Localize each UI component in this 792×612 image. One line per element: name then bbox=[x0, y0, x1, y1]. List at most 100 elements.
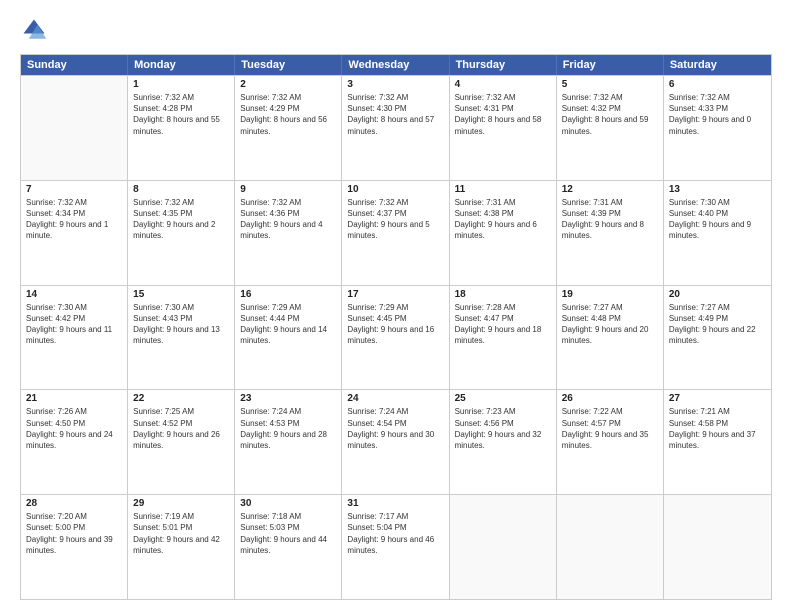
day-number: 30 bbox=[240, 498, 336, 509]
calendar-cell: 5 Sunrise: 7:32 AMSunset: 4:32 PMDaylight… bbox=[557, 76, 664, 180]
cell-info: Sunrise: 7:32 AMSunset: 4:37 PMDaylight:… bbox=[347, 197, 443, 242]
day-header-sunday: Sunday bbox=[21, 55, 128, 75]
calendar-cell bbox=[557, 495, 664, 599]
cell-info: Sunrise: 7:31 AMSunset: 4:38 PMDaylight:… bbox=[455, 197, 551, 242]
cell-info: Sunrise: 7:20 AMSunset: 5:00 PMDaylight:… bbox=[26, 511, 122, 556]
page: SundayMondayTuesdayWednesdayThursdayFrid… bbox=[0, 0, 792, 612]
cell-info: Sunrise: 7:26 AMSunset: 4:50 PMDaylight:… bbox=[26, 406, 122, 451]
day-number: 28 bbox=[26, 498, 122, 509]
day-number: 17 bbox=[347, 289, 443, 300]
cell-info: Sunrise: 7:23 AMSunset: 4:56 PMDaylight:… bbox=[455, 406, 551, 451]
day-number: 8 bbox=[133, 184, 229, 195]
calendar-row: 28 Sunrise: 7:20 AMSunset: 5:00 PMDayligh… bbox=[21, 494, 771, 599]
calendar-cell: 9 Sunrise: 7:32 AMSunset: 4:36 PMDaylight… bbox=[235, 181, 342, 285]
day-number: 18 bbox=[455, 289, 551, 300]
cell-info: Sunrise: 7:21 AMSunset: 4:58 PMDaylight:… bbox=[669, 406, 766, 451]
day-number: 14 bbox=[26, 289, 122, 300]
day-number: 26 bbox=[562, 393, 658, 404]
day-number: 22 bbox=[133, 393, 229, 404]
cell-info: Sunrise: 7:17 AMSunset: 5:04 PMDaylight:… bbox=[347, 511, 443, 556]
day-number: 21 bbox=[26, 393, 122, 404]
logo-icon bbox=[20, 16, 48, 44]
cell-info: Sunrise: 7:32 AMSunset: 4:36 PMDaylight:… bbox=[240, 197, 336, 242]
calendar-cell: 8 Sunrise: 7:32 AMSunset: 4:35 PMDaylight… bbox=[128, 181, 235, 285]
day-number: 24 bbox=[347, 393, 443, 404]
calendar-cell: 30 Sunrise: 7:18 AMSunset: 5:03 PMDayligh… bbox=[235, 495, 342, 599]
day-header-saturday: Saturday bbox=[664, 55, 771, 75]
day-header-thursday: Thursday bbox=[450, 55, 557, 75]
cell-info: Sunrise: 7:29 AMSunset: 4:44 PMDaylight:… bbox=[240, 302, 336, 347]
day-number: 29 bbox=[133, 498, 229, 509]
day-number: 12 bbox=[562, 184, 658, 195]
cell-info: Sunrise: 7:32 AMSunset: 4:32 PMDaylight:… bbox=[562, 92, 658, 137]
calendar-cell: 3 Sunrise: 7:32 AMSunset: 4:30 PMDaylight… bbox=[342, 76, 449, 180]
day-number: 23 bbox=[240, 393, 336, 404]
calendar-cell: 2 Sunrise: 7:32 AMSunset: 4:29 PMDaylight… bbox=[235, 76, 342, 180]
calendar-cell: 18 Sunrise: 7:28 AMSunset: 4:47 PMDayligh… bbox=[450, 286, 557, 390]
calendar-cell: 28 Sunrise: 7:20 AMSunset: 5:00 PMDayligh… bbox=[21, 495, 128, 599]
day-number: 27 bbox=[669, 393, 766, 404]
day-number: 11 bbox=[455, 184, 551, 195]
day-number: 13 bbox=[669, 184, 766, 195]
calendar-cell: 11 Sunrise: 7:31 AMSunset: 4:38 PMDayligh… bbox=[450, 181, 557, 285]
calendar-cell: 22Sunrise: 7:25 AMSunset: 4:52 PMDayligh… bbox=[128, 390, 235, 494]
calendar-row: 21 Sunrise: 7:26 AMSunset: 4:50 PMDayligh… bbox=[21, 389, 771, 494]
calendar-cell: 27 Sunrise: 7:21 AMSunset: 4:58 PMDayligh… bbox=[664, 390, 771, 494]
cell-info: Sunrise: 7:30 AMSunset: 4:42 PMDaylight:… bbox=[26, 302, 122, 347]
cell-info: Sunrise: 7:32 AMSunset: 4:28 PMDaylight:… bbox=[133, 92, 229, 137]
cell-info: Sunrise: 7:32 AMSunset: 4:34 PMDaylight:… bbox=[26, 197, 122, 242]
cell-info: Sunrise: 7:22 AMSunset: 4:57 PMDaylight:… bbox=[562, 406, 658, 451]
cell-info: Sunrise: 7:24 AMSunset: 4:54 PMDaylight:… bbox=[347, 406, 443, 451]
cell-info: Sunrise: 7:32 AMSunset: 4:29 PMDaylight:… bbox=[240, 92, 336, 137]
calendar-cell: 26 Sunrise: 7:22 AMSunset: 4:57 PMDayligh… bbox=[557, 390, 664, 494]
calendar-cell: 16Sunrise: 7:29 AMSunset: 4:44 PMDayligh… bbox=[235, 286, 342, 390]
cell-info: Sunrise: 7:32 AMSunset: 4:35 PMDaylight:… bbox=[133, 197, 229, 242]
calendar: SundayMondayTuesdayWednesdayThursdayFrid… bbox=[20, 54, 772, 600]
day-number: 4 bbox=[455, 79, 551, 90]
calendar-cell: 7 Sunrise: 7:32 AMSunset: 4:34 PMDaylight… bbox=[21, 181, 128, 285]
calendar-body: 1 Sunrise: 7:32 AMSunset: 4:28 PMDaylight… bbox=[21, 75, 771, 599]
day-number: 20 bbox=[669, 289, 766, 300]
calendar-row: 14 Sunrise: 7:30 AMSunset: 4:42 PMDayligh… bbox=[21, 285, 771, 390]
day-number: 10 bbox=[347, 184, 443, 195]
calendar-cell: 10 Sunrise: 7:32 AMSunset: 4:37 PMDayligh… bbox=[342, 181, 449, 285]
day-number: 1 bbox=[133, 79, 229, 90]
day-number: 5 bbox=[562, 79, 658, 90]
logo bbox=[20, 16, 52, 44]
header bbox=[20, 16, 772, 44]
day-number: 25 bbox=[455, 393, 551, 404]
cell-info: Sunrise: 7:32 AMSunset: 4:31 PMDaylight:… bbox=[455, 92, 551, 137]
calendar-cell: 13 Sunrise: 7:30 AMSunset: 4:40 PMDayligh… bbox=[664, 181, 771, 285]
calendar-cell: 15 Sunrise: 7:30 AMSunset: 4:43 PMDayligh… bbox=[128, 286, 235, 390]
day-number: 2 bbox=[240, 79, 336, 90]
cell-info: Sunrise: 7:30 AMSunset: 4:40 PMDaylight:… bbox=[669, 197, 766, 242]
day-header-tuesday: Tuesday bbox=[235, 55, 342, 75]
calendar-cell bbox=[21, 76, 128, 180]
calendar-row: 7 Sunrise: 7:32 AMSunset: 4:34 PMDaylight… bbox=[21, 180, 771, 285]
day-header-monday: Monday bbox=[128, 55, 235, 75]
calendar-cell: 19 Sunrise: 7:27 AMSunset: 4:48 PMDayligh… bbox=[557, 286, 664, 390]
day-header-friday: Friday bbox=[557, 55, 664, 75]
calendar-cell: 21 Sunrise: 7:26 AMSunset: 4:50 PMDayligh… bbox=[21, 390, 128, 494]
cell-info: Sunrise: 7:27 AMSunset: 4:48 PMDaylight:… bbox=[562, 302, 658, 347]
day-number: 9 bbox=[240, 184, 336, 195]
cell-info: Sunrise: 7:28 AMSunset: 4:47 PMDaylight:… bbox=[455, 302, 551, 347]
calendar-cell bbox=[664, 495, 771, 599]
calendar-cell: 23 Sunrise: 7:24 AMSunset: 4:53 PMDayligh… bbox=[235, 390, 342, 494]
cell-info: Sunrise: 7:24 AMSunset: 4:53 PMDaylight:… bbox=[240, 406, 336, 451]
day-number: 15 bbox=[133, 289, 229, 300]
calendar-cell: 4 Sunrise: 7:32 AMSunset: 4:31 PMDaylight… bbox=[450, 76, 557, 180]
cell-info: Sunrise: 7:30 AMSunset: 4:43 PMDaylight:… bbox=[133, 302, 229, 347]
cell-info: Sunrise: 7:18 AMSunset: 5:03 PMDaylight:… bbox=[240, 511, 336, 556]
calendar-cell: 24 Sunrise: 7:24 AMSunset: 4:54 PMDayligh… bbox=[342, 390, 449, 494]
day-number: 7 bbox=[26, 184, 122, 195]
calendar-row: 1 Sunrise: 7:32 AMSunset: 4:28 PMDaylight… bbox=[21, 75, 771, 180]
calendar-cell: 29 Sunrise: 7:19 AMSunset: 5:01 PMDayligh… bbox=[128, 495, 235, 599]
calendar-cell: 6Sunrise: 7:32 AMSunset: 4:33 PMDaylight… bbox=[664, 76, 771, 180]
day-number: 3 bbox=[347, 79, 443, 90]
day-number: 19 bbox=[562, 289, 658, 300]
cell-info: Sunrise: 7:19 AMSunset: 5:01 PMDaylight:… bbox=[133, 511, 229, 556]
calendar-header: SundayMondayTuesdayWednesdayThursdayFrid… bbox=[21, 55, 771, 75]
cell-info: Sunrise: 7:27 AMSunset: 4:49 PMDaylight:… bbox=[669, 302, 766, 347]
cell-info: Sunrise: 7:32 AMSunset: 4:30 PMDaylight:… bbox=[347, 92, 443, 137]
